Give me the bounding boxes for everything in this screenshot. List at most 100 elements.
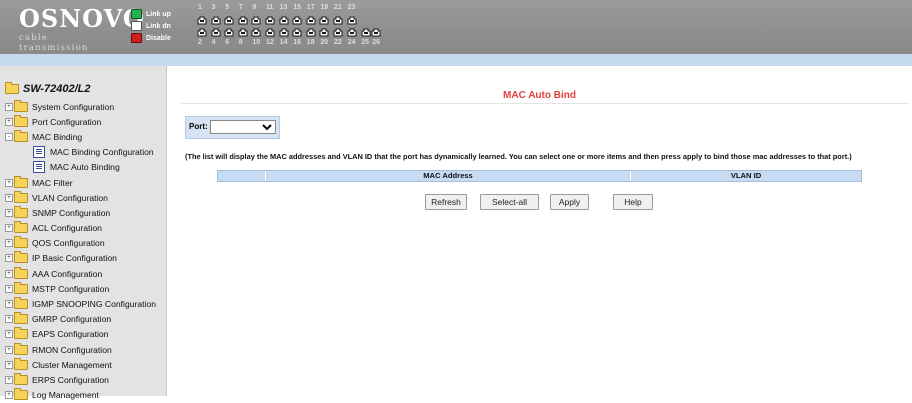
folder-icon [14,266,28,279]
table-header: MAC Address VLAN ID [217,170,862,182]
expand-icon[interactable]: + [5,330,13,339]
port-icon[interactable] [371,28,381,37]
port-icon[interactable] [347,16,357,25]
sidebar-item-igmp-snooping-configuration[interactable]: + IGMP SNOOPING Configuration [5,296,156,311]
port-icon[interactable] [319,16,329,25]
port-selector-box: Port: [185,116,280,139]
sidebar-item-label: AAA Configuration [32,268,103,279]
legend-label: Link dn [146,22,171,30]
port-icon[interactable] [333,16,343,25]
brand-name: OSNOVO [19,4,145,33]
folder-icon [14,221,28,234]
sidebar-item-mac-binding-configuration[interactable]: MAC Binding Configuration [5,145,156,160]
folder-icon [14,312,28,325]
folder-icon [14,388,28,401]
port-icon[interactable] [211,16,221,25]
sidebar-item-gmrp-configuration[interactable]: + GMRP Configuration [5,312,156,327]
sidebar: SW-72402/L2 + System Configuration + Port … [0,66,167,401]
refresh-button[interactable]: Refresh [425,194,467,210]
sidebar-item-log-management[interactable]: + Log Management [5,388,156,403]
expand-icon[interactable]: + [5,375,13,384]
port-icon[interactable] [319,28,329,37]
port-select[interactable] [210,120,276,134]
port-icon[interactable] [265,16,275,25]
port-icon[interactable] [292,28,302,37]
port-icon[interactable] [265,28,275,37]
expand-icon[interactable]: + [5,345,13,354]
sidebar-item-erps-configuration[interactable]: + ERPS Configuration [5,372,156,387]
expand-icon[interactable]: + [5,208,13,217]
port-icon[interactable] [333,28,343,37]
sidebar-item-acl-configuration[interactable]: + ACL Configuration [5,221,156,236]
sidebar-item-mac-binding[interactable]: - MAC Binding [5,129,156,144]
port-icon[interactable] [292,16,302,25]
expand-icon[interactable]: + [5,102,13,111]
port-icon[interactable] [197,16,207,25]
port-icon[interactable] [306,28,316,37]
expand-icon[interactable]: + [5,224,13,233]
collapse-icon[interactable]: - [5,132,13,141]
expand-icon[interactable]: + [5,193,13,202]
port-number-label: 18 [306,39,315,46]
expand-icon[interactable]: + [5,300,13,309]
port-number-label: 7 [238,4,243,11]
expand-icon[interactable]: + [5,391,13,400]
sidebar-item-port-configuration[interactable]: + Port Configuration [5,114,156,129]
sidebar-item-rmon-configuration[interactable]: + RMON Configuration [5,342,156,357]
brand-tagline: cable transmission [19,33,89,53]
sidebar-item-label: ACL Configuration [32,223,102,234]
port-icon[interactable] [238,28,248,37]
expand-icon[interactable]: + [5,269,13,278]
port-number-label: 24 [347,39,356,46]
sidebar-item-label: QOS Configuration [32,238,105,249]
port-icon[interactable] [347,28,357,37]
sidebar-item-system-configuration[interactable]: + System Configuration [5,99,156,114]
sidebar-item-mstp-configuration[interactable]: + MSTP Configuration [5,281,156,296]
expand-icon[interactable]: + [5,315,13,324]
apply-button[interactable]: Apply [550,194,589,210]
port-icon[interactable] [251,28,261,37]
sidebar-item-aaa-configuration[interactable]: + AAA Configuration [5,266,156,281]
expand-icon[interactable]: + [5,284,13,293]
port-number-label: 20 [320,39,329,46]
folder-icon [14,114,28,127]
port-status-legend: Link up Link dn Disable [131,8,171,44]
expand-icon[interactable]: + [5,360,13,369]
port-icon[interactable] [279,28,289,37]
legend-disable: Disable [131,32,171,44]
folder-icon [14,190,28,203]
title-divider [181,103,909,104]
sidebar-item-mac-auto-binding[interactable]: MAC Auto Binding [5,160,156,175]
sidebar-item-label: ERPS Configuration [32,374,109,385]
sidebar-item-snmp-configuration[interactable]: + SNMP Configuration [5,205,156,220]
port-icon[interactable] [224,16,234,25]
port-number-label: 25 [361,39,369,46]
sidebar-item-ip-basic-configuration[interactable]: + IP Basic Configuration [5,251,156,266]
folder-icon [14,297,28,310]
sidebar-item-mac-filter[interactable]: + MAC Filter [5,175,156,190]
sidebar-item-eaps-configuration[interactable]: + EAPS Configuration [5,327,156,342]
port-icon[interactable] [251,16,261,25]
page-icon [33,161,45,174]
sidebar-item-label: Port Configuration [32,116,102,127]
port-icon[interactable] [238,16,248,25]
sidebar-item-label: GMRP Configuration [32,314,112,325]
port-icon[interactable] [211,28,221,37]
port-icon[interactable] [224,28,234,37]
expand-icon[interactable]: + [5,178,13,187]
port-number-label: 2 [198,39,202,46]
page-icon [33,146,45,159]
sidebar-item-cluster-management[interactable]: + Cluster Management [5,357,156,372]
port-icon[interactable] [197,28,207,37]
expand-icon[interactable]: + [5,239,13,248]
expand-icon[interactable]: + [5,254,13,263]
device-root[interactable]: SW-72402/L2 [5,80,156,98]
select-all-button[interactable]: Select-all [480,194,539,210]
port-icon[interactable] [361,28,371,37]
port-icon[interactable] [306,16,316,25]
expand-icon[interactable]: + [5,117,13,126]
sidebar-item-vlan-configuration[interactable]: + VLAN Configuration [5,190,156,205]
port-icon[interactable] [279,16,289,25]
help-button[interactable]: Help [613,194,653,210]
sidebar-item-qos-configuration[interactable]: + QOS Configuration [5,236,156,251]
